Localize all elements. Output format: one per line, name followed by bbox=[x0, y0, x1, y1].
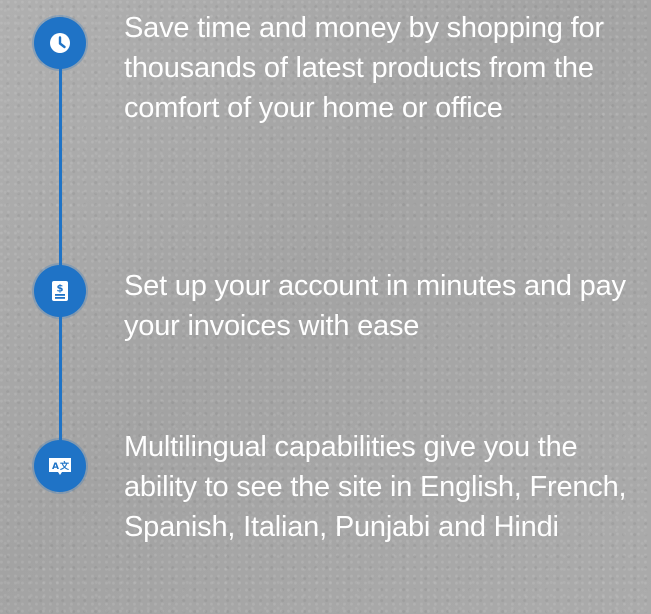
svg-text:A: A bbox=[52, 462, 59, 472]
invoice-dollar-icon: $ bbox=[34, 265, 86, 317]
feature-description: Multilingual capabilities give you the a… bbox=[124, 431, 627, 543]
timeline-connector-line bbox=[59, 28, 62, 488]
features-timeline: Save time and money by shopping for thou… bbox=[0, 0, 651, 614]
feature-description: Save time and money by shopping for thou… bbox=[124, 12, 604, 124]
translate-icon: A 文 bbox=[34, 440, 86, 492]
svg-text:$: $ bbox=[57, 284, 64, 295]
feature-description: Set up your account in minutes and pay y… bbox=[124, 270, 626, 342]
svg-text:文: 文 bbox=[59, 460, 70, 472]
clock-icon bbox=[34, 17, 86, 69]
